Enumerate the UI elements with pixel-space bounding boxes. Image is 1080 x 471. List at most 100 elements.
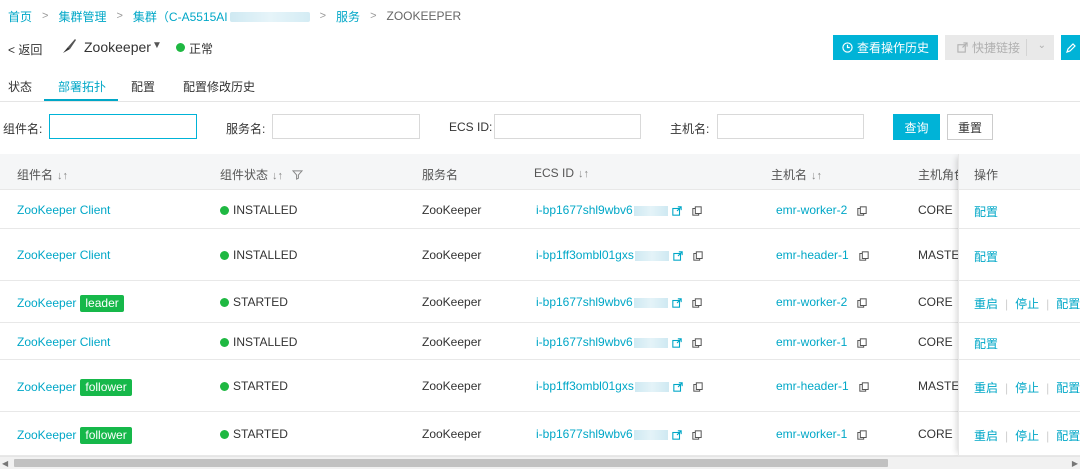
breadcrumb-home[interactable]: 首页 <box>8 8 32 25</box>
component-link[interactable]: ZooKeeper Client <box>17 248 110 262</box>
copy-icon[interactable] <box>692 430 702 440</box>
external-link-icon[interactable] <box>672 430 682 440</box>
sort-icon[interactable]: ↓↑ <box>272 170 283 182</box>
component-link[interactable]: ZooKeeper <box>17 296 76 310</box>
ecs-filter-input[interactable] <box>494 114 641 139</box>
host-link[interactable]: emr-worker-2 <box>776 203 847 217</box>
ecs-id-link[interactable]: i-bp1ff3ombl01gxs <box>536 379 634 393</box>
copy-icon[interactable] <box>859 382 869 392</box>
tab-status[interactable]: 状态 <box>8 78 32 95</box>
sort-icon[interactable]: ↓↑ <box>811 170 822 182</box>
tab-config[interactable]: 配置 <box>131 78 155 95</box>
chevron-down-icon[interactable]: ⌄ <box>1038 40 1046 51</box>
breadcrumb-cluster[interactable]: 集群（C-A5515AI <box>133 8 310 25</box>
sort-icon[interactable]: ↓↑ <box>578 168 589 180</box>
copy-icon[interactable] <box>692 206 702 216</box>
breadcrumb-service[interactable]: 服务 <box>336 8 360 25</box>
ops-cell: 重启 | 停止 | 配置 <box>974 295 1080 312</box>
scroll-right-icon[interactable]: ▶ <box>1072 459 1078 468</box>
scrollbar-thumb[interactable] <box>14 459 888 467</box>
copy-icon[interactable] <box>692 298 702 308</box>
host-role: CORE <box>918 203 953 217</box>
external-link-icon[interactable] <box>673 251 683 261</box>
config-link[interactable]: 配置 <box>974 250 998 264</box>
ecs-id-link[interactable]: i-bp1ff3ombl01gxs <box>536 248 634 262</box>
redaction-blur <box>633 205 668 216</box>
service-name-dropdown[interactable]: Zookeeper <box>84 39 151 55</box>
component-link[interactable]: ZooKeeper <box>17 428 76 442</box>
scroll-left-icon[interactable]: ◀ <box>2 459 8 468</box>
tab-topology[interactable]: 部署拓扑 <box>58 78 106 95</box>
component-link[interactable]: ZooKeeper <box>17 380 76 394</box>
config-link[interactable]: 配置 <box>1056 381 1080 395</box>
status-dot-icon <box>220 430 229 439</box>
external-link-icon[interactable] <box>672 298 682 308</box>
header-component[interactable]: 组件名 ↓↑ <box>17 166 68 183</box>
zk-role-tag: follower <box>80 379 132 396</box>
reset-button[interactable]: 重置 <box>947 114 993 140</box>
copy-icon[interactable] <box>692 338 702 348</box>
host-link[interactable]: emr-worker-1 <box>776 427 847 441</box>
filter-icon[interactable] <box>292 169 304 180</box>
quick-link-button[interactable]: 快捷链接 ⌄ <box>945 35 1054 60</box>
ecs-id-link[interactable]: i-bp1677shl9wbv6 <box>536 427 633 441</box>
service-name: ZooKeeper <box>422 427 482 441</box>
ops-row-divider <box>959 359 1080 360</box>
sort-icon[interactable]: ↓↑ <box>57 170 68 182</box>
stop-link[interactable]: 停止 <box>1015 429 1039 443</box>
host-link[interactable]: emr-header-1 <box>776 379 849 393</box>
host-link[interactable]: emr-header-1 <box>776 248 849 262</box>
ops-divider: | <box>1005 297 1009 311</box>
host-link[interactable]: emr-worker-2 <box>776 295 847 309</box>
restart-link[interactable]: 重启 <box>974 429 998 443</box>
tab-config-history[interactable]: 配置修改历史 <box>183 78 255 95</box>
ecs-id-link[interactable]: i-bp1677shl9wbv6 <box>536 203 633 217</box>
external-link-icon[interactable] <box>673 382 683 392</box>
query-button[interactable]: 查询 <box>893 114 940 140</box>
config-link[interactable]: 配置 <box>974 337 998 351</box>
external-link-icon[interactable] <box>672 338 682 348</box>
chevron-down-icon[interactable]: ▼ <box>152 40 162 51</box>
stop-link[interactable]: 停止 <box>1015 297 1039 311</box>
ops-header: 操作 <box>959 154 1080 190</box>
config-link[interactable]: 配置 <box>974 205 998 219</box>
more-action-button[interactable] <box>1061 35 1080 60</box>
table-row: ZooKeeper follower STARTED ZooKeeper i-bp1ff… <box>0 360 1080 412</box>
ops-divider: | <box>1046 429 1050 443</box>
ecs-id-link[interactable]: i-bp1677shl9wbv6 <box>536 335 633 349</box>
copy-icon[interactable] <box>693 251 703 261</box>
service-name: ZooKeeper <box>422 248 482 262</box>
header-host[interactable]: 主机名 ↓↑ <box>771 166 822 183</box>
host-link[interactable]: emr-worker-1 <box>776 335 847 349</box>
stop-link[interactable]: 停止 <box>1015 381 1039 395</box>
breadcrumb-cluster-mgmt[interactable]: 集群管理 <box>58 8 106 25</box>
chevron-right-icon: > <box>319 10 327 22</box>
copy-icon[interactable] <box>857 430 868 440</box>
restart-link[interactable]: 重启 <box>974 297 998 311</box>
breadcrumb-current: ZOOKEEPER <box>386 9 462 23</box>
host-filter-input[interactable] <box>717 114 864 139</box>
config-link[interactable]: 配置 <box>1056 297 1080 311</box>
back-link[interactable]: < 返回 <box>8 41 42 58</box>
ops-divider: | <box>1046 381 1050 395</box>
restart-link[interactable]: 重启 <box>974 381 998 395</box>
horizontal-scrollbar[interactable]: ◀ ▶ <box>0 456 1080 469</box>
header-ecs[interactable]: ECS ID ↓↑ <box>534 166 589 180</box>
config-link[interactable]: 配置 <box>1056 429 1080 443</box>
component-filter-input[interactable] <box>49 114 197 139</box>
component-link[interactable]: ZooKeeper Client <box>17 203 110 217</box>
copy-icon[interactable] <box>859 251 869 261</box>
component-link[interactable]: ZooKeeper Client <box>17 335 110 349</box>
service-name: ZooKeeper <box>422 203 482 217</box>
view-history-button[interactable]: 查看操作历史 <box>833 35 938 60</box>
copy-icon[interactable] <box>693 382 703 392</box>
ops-row-divider <box>959 228 1080 229</box>
copy-icon[interactable] <box>857 206 868 216</box>
copy-icon[interactable] <box>857 298 868 308</box>
copy-icon[interactable] <box>857 338 868 348</box>
external-link-icon[interactable] <box>672 206 682 216</box>
header-status[interactable]: 组件状态 ↓↑ <box>220 166 304 183</box>
ecs-id-link[interactable]: i-bp1677shl9wbv6 <box>536 295 633 309</box>
zk-role-tag: follower <box>80 427 132 444</box>
service-filter-input[interactable] <box>272 114 420 139</box>
